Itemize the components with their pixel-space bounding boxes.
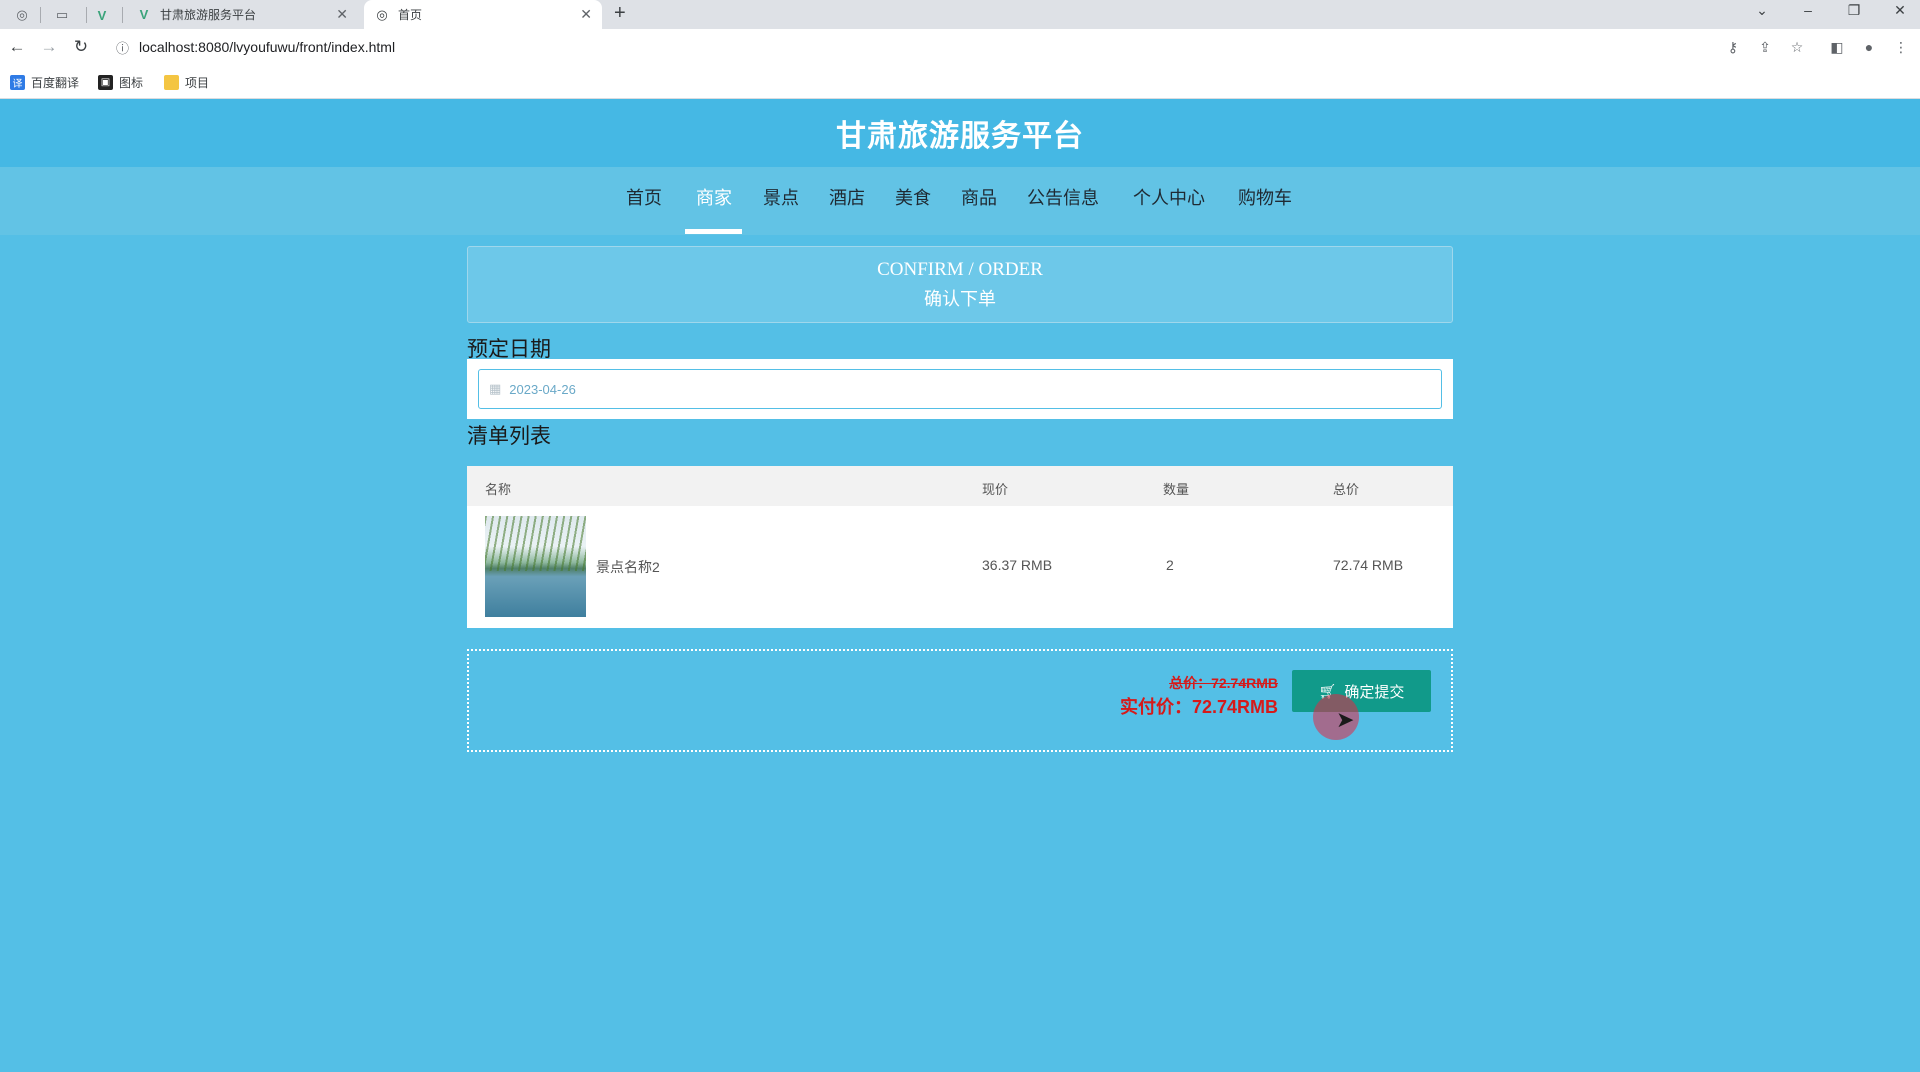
profile-icon[interactable]: ● <box>1858 37 1880 57</box>
bookmark-icons[interactable]: ▣ 图标 <box>98 73 143 91</box>
url-text: localhost:8080/lvyoufuwu/front/index.htm… <box>139 39 396 55</box>
globe-icon[interactable]: ◎ <box>8 5 36 25</box>
tab-title: 首页 <box>398 8 423 22</box>
side-panel-icon[interactable]: ◧ <box>1826 37 1848 57</box>
confirm-title-en: CONFIRM / ORDER <box>877 259 1043 280</box>
close-window-icon[interactable]: ✕ <box>1890 2 1910 19</box>
booking-date-value: 2023-04-26 <box>509 381 576 397</box>
cart-icon: 🛒︎ <box>1318 682 1337 699</box>
confirm-title-cn: 确认下单 <box>924 289 996 309</box>
column-header-price: 现价 <box>982 482 1009 497</box>
order-list-label: 清单列表 <box>467 425 551 448</box>
item-name: 景点名称2 <box>596 559 660 575</box>
column-header-total: 总价 <box>1333 482 1360 497</box>
nav-item-goods[interactable]: 商品 <box>961 167 997 235</box>
address-bar: ← → ↻ ⓘ localhost:8080/lvyoufuwu/front/i… <box>0 29 1920 65</box>
booking-date-panel: ▦ 2023-04-26 <box>467 359 1453 419</box>
key-icon[interactable]: ⚷ <box>1722 37 1744 57</box>
close-icon[interactable]: ✕ <box>580 6 592 23</box>
total-price: 总价：72.74RMB <box>1169 675 1278 691</box>
nav-item-food[interactable]: 美食 <box>895 167 931 235</box>
column-header-quantity: 数量 <box>1163 482 1190 497</box>
new-tab-icon[interactable]: + <box>614 2 626 25</box>
submit-label: 确定提交 <box>1344 683 1405 701</box>
nav-item-cart[interactable]: 购物车 <box>1238 167 1292 235</box>
column-header-name: 名称 <box>485 482 512 497</box>
translate-icon: 译 <box>10 74 25 90</box>
nav-active-underline <box>685 229 742 234</box>
attraction-thumbnail <box>485 516 586 617</box>
globe-icon: ◎ <box>376 6 388 22</box>
bookmark-baidu-translate[interactable]: 译 百度翻译 <box>10 73 79 91</box>
nav-item-hotels[interactable]: 酒店 <box>829 167 865 235</box>
restore-icon[interactable]: ❐ <box>1844 2 1864 19</box>
url-input[interactable]: ⓘ localhost:8080/lvyoufuwu/front/index.h… <box>106 33 1746 61</box>
folder-icon <box>164 74 179 90</box>
main-nav: 首页 商家 景点 酒店 美食 商品 公告信息 个人中心 购物车 <box>0 167 1920 235</box>
table-header: 名称 现价 数量 总价 <box>467 466 1453 506</box>
back-icon[interactable]: ← <box>6 36 28 58</box>
tab-separator <box>40 7 41 23</box>
minimize-icon[interactable]: – <box>1798 2 1818 18</box>
order-summary: 总价：72.74RMB 实付价：72.74RMB 🛒︎ 确定提交 <box>467 649 1453 752</box>
nav-item-attractions[interactable]: 景点 <box>763 167 799 235</box>
table-row: 景点名称2 36.37 RMB 2 72.74 RMB <box>467 506 1453 628</box>
thumbnail-leaves <box>485 516 586 571</box>
submit-order-button[interactable]: 🛒︎ 确定提交 <box>1292 670 1431 712</box>
item-total: 72.74 RMB <box>1333 557 1404 573</box>
close-icon[interactable]: ✕ <box>336 6 348 23</box>
image-icon: ▣ <box>98 74 113 90</box>
order-table: 名称 现价 数量 总价 景点名称2 36.37 RMB 2 72.74 RMB <box>467 466 1453 628</box>
reload-icon[interactable]: ↻ <box>70 36 92 58</box>
calendar-icon: ▦ <box>489 381 502 396</box>
site-title: 甘肃旅游服务平台 <box>836 120 1084 153</box>
forward-icon[interactable]: → <box>38 36 60 58</box>
bookmark-label: 项目 <box>185 75 210 90</box>
blank-tab-icon[interactable]: ▭ <box>48 5 76 25</box>
info-icon[interactable]: ⓘ <box>116 38 129 57</box>
tab-separator <box>86 7 87 23</box>
nav-item-profile[interactable]: 个人中心 <box>1133 167 1205 235</box>
nav-item-merchant[interactable]: 商家 <box>696 167 732 235</box>
tab-separator <box>122 7 123 23</box>
site-header: 甘肃旅游服务平台 <box>0 99 1920 167</box>
item-price: 36.37 RMB <box>982 557 1053 573</box>
browser-tab-strip: ◎ ▭ V V 甘肃旅游服务平台 ✕ ◎ 首页 ✕ + ⌄ – ❐ ✕ <box>0 0 1920 29</box>
tab-home[interactable]: ◎ 首页 ✕ <box>364 0 602 29</box>
tab-title: 甘肃旅游服务平台 <box>160 8 257 22</box>
nav-item-announcements[interactable]: 公告信息 <box>1027 167 1099 235</box>
bookmarks-bar: 译 百度翻译 ▣ 图标 项目 <box>0 65 1920 99</box>
booking-date-input[interactable]: ▦ 2023-04-26 <box>478 369 1442 409</box>
chevron-down-icon[interactable]: ⌄ <box>1752 2 1772 19</box>
bookmark-label: 百度翻译 <box>31 75 80 90</box>
star-icon[interactable]: ☆ <box>1786 37 1808 57</box>
confirm-order-banner: CONFIRM / ORDER 确认下单 <box>467 246 1453 323</box>
bookmark-project[interactable]: 项目 <box>164 73 209 91</box>
share-icon[interactable]: ⇪ <box>1754 37 1776 57</box>
menu-icon[interactable]: ⋮ <box>1890 37 1912 57</box>
vue-icon[interactable]: V <box>88 5 116 25</box>
item-quantity: 2 <box>1166 557 1174 573</box>
bookmark-label: 图标 <box>119 75 144 90</box>
vue-icon: V <box>139 7 149 22</box>
actual-price: 实付价：72.74RMB <box>1119 697 1278 717</box>
tab-gansu-platform[interactable]: V 甘肃旅游服务平台 ✕ <box>126 0 358 29</box>
nav-item-home[interactable]: 首页 <box>626 167 662 235</box>
